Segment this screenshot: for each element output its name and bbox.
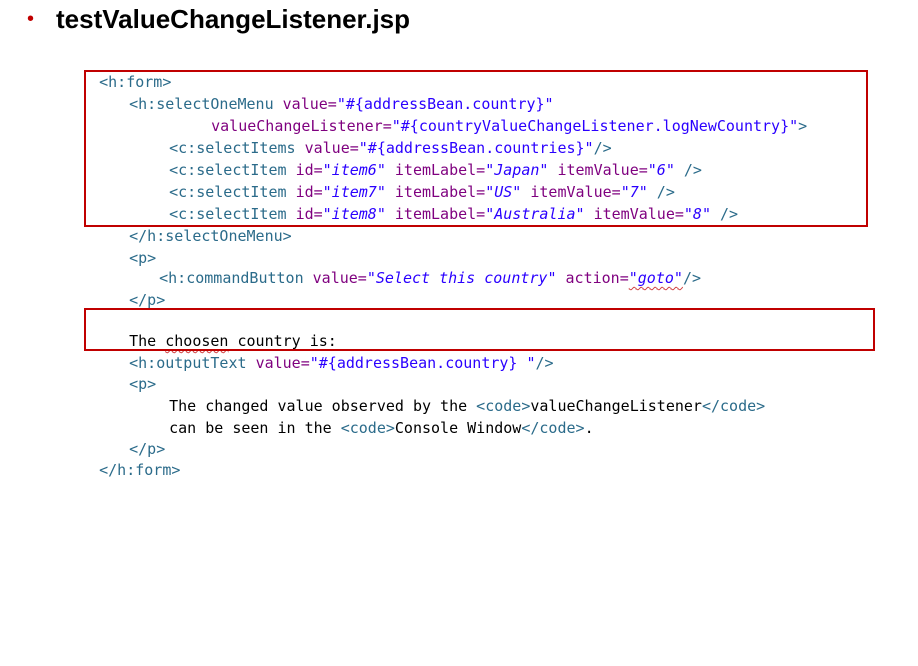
code-tag: /> [682, 269, 701, 287]
code-tag: </p> [129, 291, 166, 309]
highlight-box-selectonemenu [84, 70, 868, 227]
code-line-p-close: </p> [93, 269, 165, 309]
code-text: . [584, 419, 594, 437]
code-line-p-open: <p> [93, 227, 156, 267]
code-text: can be seen in the [169, 419, 341, 437]
code-line-commandbutton: <h:commandButton value="Select this coun… [123, 247, 701, 287]
code-tag: </code> [701, 397, 766, 415]
code-attribute: value= [255, 354, 310, 372]
code-line-p2-close: </p> [93, 418, 165, 458]
code-tag: /> [535, 354, 554, 372]
code-string: "#{addressBean.country} " [309, 354, 536, 372]
code-line-console-window-text: can be seen in the <code>Console Window<… [133, 397, 593, 437]
code-tag: </code> [521, 419, 585, 437]
slide-title: testValueChangeListener.jsp [56, 3, 411, 34]
code-listing: <h:form> <h:selectOneMenu value="#{addre… [0, 0, 807, 666]
code-line-form-open: <h:form> [63, 51, 171, 91]
code-string: "Select this country" [366, 269, 557, 287]
code-text: Console Window [394, 419, 522, 437]
code-attribute: action= [556, 269, 629, 287]
code-line-form-close: </h:form> [63, 439, 180, 479]
code-tag: <h:commandButton [159, 269, 313, 287]
code-tag: </h:form> [99, 461, 181, 479]
code-tag: <code> [340, 419, 395, 437]
code-line-changed-value-text: The changed value observed by the <code>… [133, 375, 765, 415]
code-string: "goto" [628, 269, 683, 287]
highlight-box-outputtext [84, 308, 875, 351]
slide-title-row: • testValueChangeListener.jsp [27, 2, 410, 36]
code-attribute: value= [312, 269, 367, 287]
bullet-icon: • [27, 8, 35, 30]
code-line-p2-open: <p> [93, 353, 156, 393]
